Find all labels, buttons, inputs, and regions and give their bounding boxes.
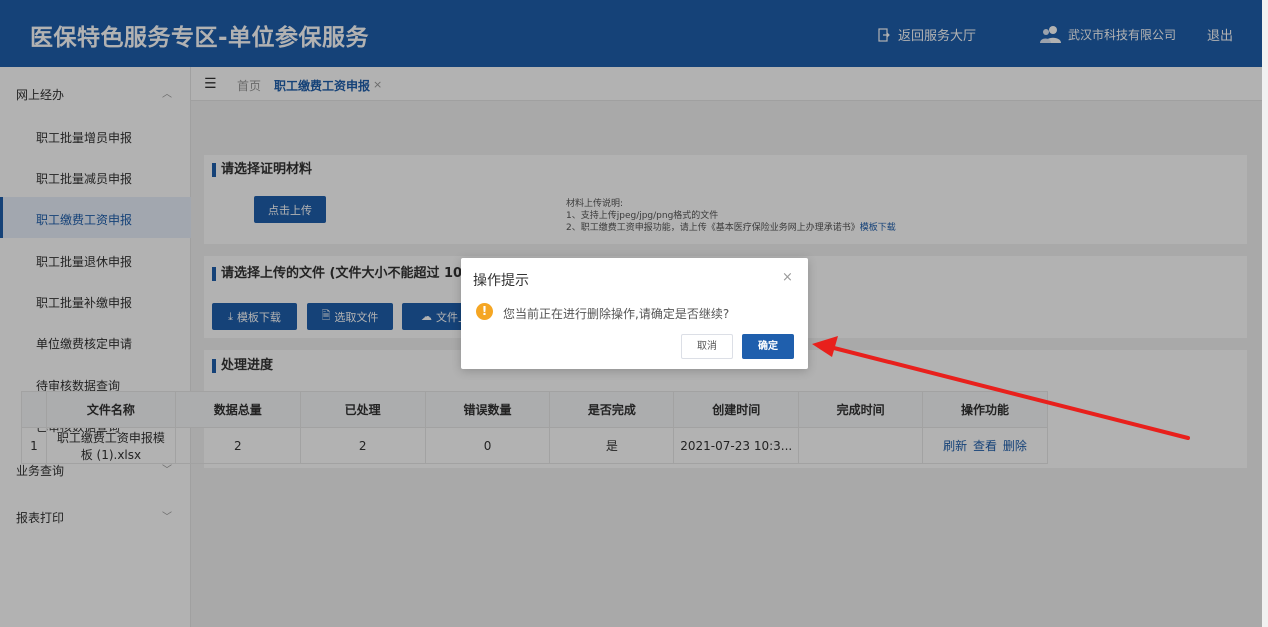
confirm-dialog: 操作提示 × ! 您当前正在进行删除操作,请确定是否继续? 取消 确定 (461, 258, 808, 369)
page-scrollbar[interactable] (1262, 0, 1268, 627)
close-icon[interactable]: × (782, 270, 793, 285)
dialog-message: 您当前正在进行删除操作,请确定是否继续? (503, 307, 730, 321)
warning-icon: ! (476, 303, 493, 320)
dialog-title: 操作提示 (473, 273, 529, 289)
cancel-button[interactable]: 取消 (681, 334, 733, 359)
confirm-button[interactable]: 确定 (742, 334, 794, 359)
